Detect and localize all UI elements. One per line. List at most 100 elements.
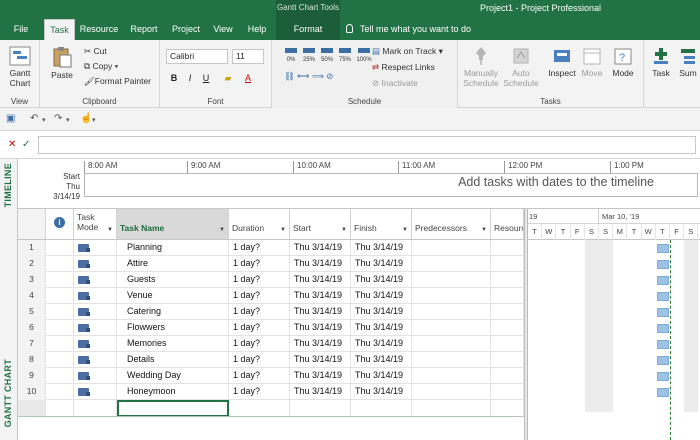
start-cell[interactable]: Thu 3/14/19 bbox=[290, 304, 351, 320]
start-cell[interactable]: Thu 3/14/19 bbox=[290, 240, 351, 256]
resource-cell[interactable] bbox=[491, 304, 524, 320]
pct-50-button[interactable]: 50% bbox=[318, 48, 336, 65]
summary-button[interactable]: Sum bbox=[676, 46, 700, 78]
auto-schedule-button[interactable]: Auto Schedule bbox=[502, 46, 540, 88]
task-mode-cell[interactable] bbox=[74, 336, 117, 352]
cut-button[interactable]: ✂ Cut bbox=[84, 45, 107, 57]
task-name-cell[interactable]: Planning bbox=[117, 240, 229, 256]
save-icon[interactable]: ▣ bbox=[6, 113, 15, 124]
task-name-cell[interactable]: Details bbox=[117, 352, 229, 368]
start-cell[interactable]: Thu 3/14/19 bbox=[290, 336, 351, 352]
task-bar[interactable] bbox=[656, 372, 669, 381]
task-mode-cell[interactable] bbox=[74, 352, 117, 368]
task-mode-cell[interactable] bbox=[74, 304, 117, 320]
task-name-cell[interactable]: Venue bbox=[117, 288, 229, 304]
tab-view[interactable]: View bbox=[208, 19, 238, 40]
resource-cell[interactable] bbox=[491, 368, 524, 384]
predecessors-cell[interactable] bbox=[412, 352, 491, 368]
duration-cell[interactable]: 1 day? bbox=[229, 272, 290, 288]
duration-cell[interactable]: 1 day? bbox=[229, 288, 290, 304]
start-cell[interactable]: Thu 3/14/19 bbox=[290, 368, 351, 384]
task-mode-cell[interactable] bbox=[74, 400, 117, 416]
task-bar[interactable] bbox=[656, 276, 669, 285]
indicator-cell[interactable] bbox=[46, 320, 74, 336]
predecessors-header[interactable]: Predecessors ▼ bbox=[412, 209, 491, 240]
table-row[interactable]: 5 Catering 1 day? Thu 3/14/19 Thu 3/14/19 bbox=[18, 304, 524, 320]
indicator-cell[interactable] bbox=[46, 304, 74, 320]
font-family-select[interactable]: Calibri bbox=[166, 49, 228, 64]
duration-cell[interactable]: 1 day? bbox=[229, 384, 290, 400]
table-row[interactable]: 9 Wedding Day 1 day? Thu 3/14/19 Thu 3/14/19 bbox=[18, 368, 524, 384]
predecessors-cell[interactable] bbox=[412, 368, 491, 384]
chevron-down-icon[interactable]: ▼ bbox=[341, 225, 347, 235]
mode-button[interactable]: ? Mode bbox=[608, 46, 638, 78]
indicator-cell[interactable] bbox=[46, 384, 74, 400]
customize-qat-icon[interactable]: ▾ bbox=[92, 116, 96, 124]
task-name-cell[interactable] bbox=[117, 400, 229, 417]
link-tools-icon[interactable]: ⛓ ⟷ ⟹ ⊘ bbox=[284, 70, 333, 82]
finish-cell[interactable]: Thu 3/14/19 bbox=[351, 320, 412, 336]
predecessors-cell[interactable] bbox=[412, 288, 491, 304]
resource-header[interactable]: Resourc bbox=[491, 209, 524, 240]
tab-format[interactable]: Format bbox=[282, 19, 334, 40]
task-name-cell[interactable]: Memories bbox=[117, 336, 229, 352]
task-name-header[interactable]: Task Name ▼ bbox=[117, 209, 229, 240]
finish-cell[interactable]: Thu 3/14/19 bbox=[351, 240, 412, 256]
duration-cell[interactable]: 1 day? bbox=[229, 336, 290, 352]
task-mode-cell[interactable] bbox=[74, 272, 117, 288]
start-cell[interactable]: Thu 3/14/19 bbox=[290, 352, 351, 368]
start-cell[interactable]: Thu 3/14/19 bbox=[290, 320, 351, 336]
duration-cell[interactable]: 1 day? bbox=[229, 352, 290, 368]
table-row[interactable]: 7 Memories 1 day? Thu 3/14/19 Thu 3/14/19 bbox=[18, 336, 524, 352]
font-color-icon[interactable]: A bbox=[242, 72, 254, 84]
finish-cell[interactable]: Thu 3/14/19 bbox=[351, 368, 412, 384]
indicator-cell[interactable] bbox=[46, 288, 74, 304]
finish-cell[interactable]: Thu 3/14/19 bbox=[351, 288, 412, 304]
chevron-down-icon[interactable]: ▼ bbox=[402, 225, 408, 235]
chevron-down-icon[interactable]: ▼ bbox=[280, 225, 286, 235]
finish-header[interactable]: Finish ▼ bbox=[351, 209, 412, 240]
indicator-cell[interactable] bbox=[46, 368, 74, 384]
duration-cell[interactable]: 1 day? bbox=[229, 240, 290, 256]
chevron-down-icon[interactable]: ▾ bbox=[66, 116, 70, 124]
duration-header[interactable]: Duration ▼ bbox=[229, 209, 290, 240]
indicator-cell[interactable] bbox=[46, 336, 74, 352]
task-name-cell[interactable]: Attire bbox=[117, 256, 229, 272]
finish-cell[interactable] bbox=[351, 400, 412, 416]
chevron-down-icon[interactable]: ▼ bbox=[481, 225, 487, 235]
duration-cell[interactable] bbox=[229, 400, 290, 416]
task-mode-cell[interactable] bbox=[74, 288, 117, 304]
resource-cell[interactable] bbox=[491, 336, 524, 352]
resource-cell[interactable] bbox=[491, 352, 524, 368]
move-button[interactable]: Move bbox=[578, 46, 606, 78]
tab-report[interactable]: Report bbox=[125, 19, 163, 40]
task-bar[interactable] bbox=[656, 356, 669, 365]
paste-button[interactable]: Paste bbox=[48, 46, 76, 80]
predecessors-cell[interactable] bbox=[412, 336, 491, 352]
resource-cell[interactable] bbox=[491, 256, 524, 272]
tell-me-box[interactable]: Tell me what you want to do bbox=[346, 19, 471, 40]
task-bar[interactable] bbox=[656, 324, 669, 333]
respect-links-button[interactable]: ⇄ Respect Links bbox=[372, 61, 435, 73]
touch-mode-icon[interactable]: ☝ bbox=[80, 113, 92, 124]
empty-row[interactable] bbox=[18, 400, 524, 417]
task-name-cell[interactable]: Guests bbox=[117, 272, 229, 288]
task-mode-header[interactable]: Task Mode ▼ bbox=[74, 209, 117, 240]
resource-cell[interactable] bbox=[491, 400, 524, 416]
font-size-select[interactable]: 11 bbox=[232, 49, 264, 64]
task-mode-cell[interactable] bbox=[74, 240, 117, 256]
start-cell[interactable] bbox=[290, 400, 351, 416]
chevron-down-icon[interactable]: ▼ bbox=[219, 225, 225, 235]
start-cell[interactable]: Thu 3/14/19 bbox=[290, 272, 351, 288]
select-all-corner[interactable] bbox=[18, 209, 46, 240]
indicator-cell[interactable] bbox=[46, 352, 74, 368]
task-name-cell[interactable]: Catering bbox=[117, 304, 229, 320]
tab-project[interactable]: Project bbox=[167, 19, 205, 40]
resource-cell[interactable] bbox=[491, 272, 524, 288]
cancel-entry-icon[interactable]: ✕ bbox=[8, 139, 16, 150]
predecessors-cell[interactable] bbox=[412, 304, 491, 320]
table-row[interactable]: 6 Flowwers 1 day? Thu 3/14/19 Thu 3/14/19 bbox=[18, 320, 524, 336]
task-bar[interactable] bbox=[656, 388, 669, 397]
finish-cell[interactable]: Thu 3/14/19 bbox=[351, 384, 412, 400]
finish-cell[interactable]: Thu 3/14/19 bbox=[351, 256, 412, 272]
